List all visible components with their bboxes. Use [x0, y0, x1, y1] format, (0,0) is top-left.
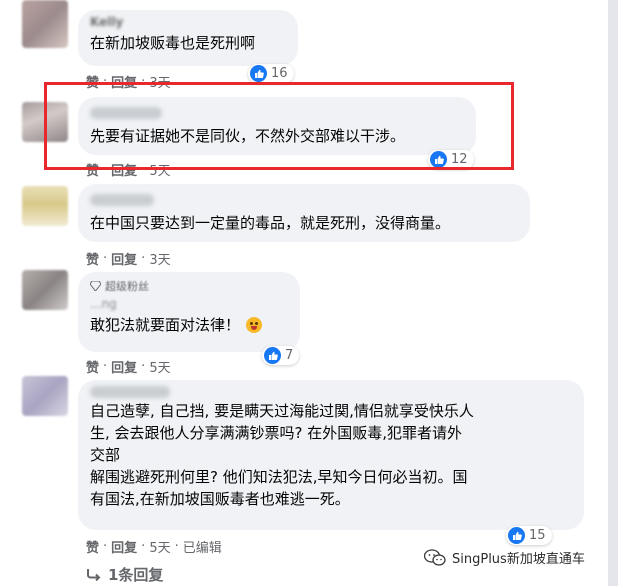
comment-text: 在新加坡贩毒也是死刑啊: [90, 34, 256, 52]
separator: ·: [141, 539, 146, 554]
reaction-number: 15: [529, 528, 546, 543]
like-button[interactable]: 赞: [86, 249, 99, 268]
reaction-count[interactable]: 16: [248, 64, 294, 83]
separator: ·: [103, 539, 108, 554]
thumbs-up-icon: [250, 65, 267, 82]
comment-actions: 赞 · 回复 · 3天: [86, 249, 171, 268]
super-fan-badge[interactable]: 超级粉丝: [90, 278, 286, 294]
separator: ·: [141, 359, 146, 374]
comment-line: 自己造孽, 自己挡, 要是瞒天过海能过関,情侣就享受快乐人: [90, 402, 474, 420]
reaction-count[interactable]: 7: [262, 346, 300, 365]
separator: ·: [103, 359, 108, 374]
commenter-name-partial[interactable]: ...ng: [90, 298, 286, 310]
replies-count-label: 1条回复: [108, 566, 164, 584]
reaction-count[interactable]: 15: [506, 526, 552, 545]
timestamp[interactable]: 5天: [149, 537, 170, 556]
comment-actions: 赞 · 回复 · 5天: [86, 357, 171, 376]
edited-label: 已编辑: [182, 541, 222, 556]
reply-button[interactable]: 回复: [111, 249, 137, 268]
comment-text: 在中国只要达到一定量的毒品，就是死刑，没得商量。: [90, 214, 451, 232]
badge-label: 超级粉丝: [105, 280, 149, 293]
comment-line: 交部: [90, 446, 121, 464]
comment-actions: 赞 · 回复 · 5天 · 已编辑: [86, 537, 222, 556]
separator: ·: [174, 539, 179, 554]
comment-text: 敢犯法就要面对法律！: [90, 314, 286, 336]
timestamp[interactable]: 3天: [149, 249, 170, 268]
highlight-box: [44, 82, 514, 170]
tongue-out-emoji-icon: [246, 317, 263, 333]
comment-line: 解围逃避死刑何里? 他们知法犯法,早知今日何必当初。国: [90, 468, 468, 486]
reply-arrow-icon: [87, 568, 101, 581]
comment-bubble: 在中国只要达到一定量的毒品，就是死刑，没得商量。: [78, 184, 530, 242]
commenter-name[interactable]: Kelly: [90, 16, 284, 28]
comment-text: 自己造孽, 自己挡, 要是瞒天过海能过関,情侣就享受快乐人 生, 会去跟他人分享…: [90, 400, 570, 510]
reply-button[interactable]: 回复: [111, 537, 137, 556]
watermark: SingPlus新加坡直通车: [424, 548, 585, 567]
wechat-icon: [424, 548, 446, 566]
avatar[interactable]: [22, 186, 68, 226]
comment-bubble: Kelly 在新加坡贩毒也是死刑啊: [78, 10, 298, 66]
like-button[interactable]: 赞: [86, 537, 99, 556]
separator: ·: [141, 251, 146, 266]
like-button[interactable]: 赞: [86, 357, 99, 376]
comment-bubble: 超级粉丝 ...ng 敢犯法就要面对法律！: [78, 272, 300, 352]
thumbs-up-icon: [264, 347, 281, 364]
avatar[interactable]: [22, 0, 68, 48]
reaction-number: 16: [271, 66, 288, 81]
watermark-text: SingPlus新加坡直通车: [452, 552, 585, 567]
timestamp[interactable]: 5天: [149, 357, 170, 376]
comment-line: 生, 会去跟他人分享满满钞票吗? 在外国贩毒,犯罪者请外: [90, 424, 463, 442]
commenter-name-blurred[interactable]: [90, 194, 154, 206]
view-replies-link[interactable]: 1条回复: [86, 564, 163, 585]
comment-line: 有国法,在新加坡国贩毒者也难逃一死。: [90, 490, 350, 508]
reply-button[interactable]: 回复: [111, 357, 137, 376]
thumbs-up-icon: [508, 527, 525, 544]
avatar[interactable]: [22, 270, 68, 310]
scrollbar[interactable]: [608, 0, 618, 586]
reaction-number: 7: [285, 348, 294, 363]
diamond-icon: [90, 281, 101, 291]
separator: ·: [103, 251, 108, 266]
avatar[interactable]: [22, 376, 68, 416]
comment-bubble: 自己造孽, 自己挡, 要是瞒天过海能过関,情侣就享受快乐人 生, 会去跟他人分享…: [78, 380, 584, 530]
commenter-name-blurred[interactable]: [90, 386, 170, 398]
